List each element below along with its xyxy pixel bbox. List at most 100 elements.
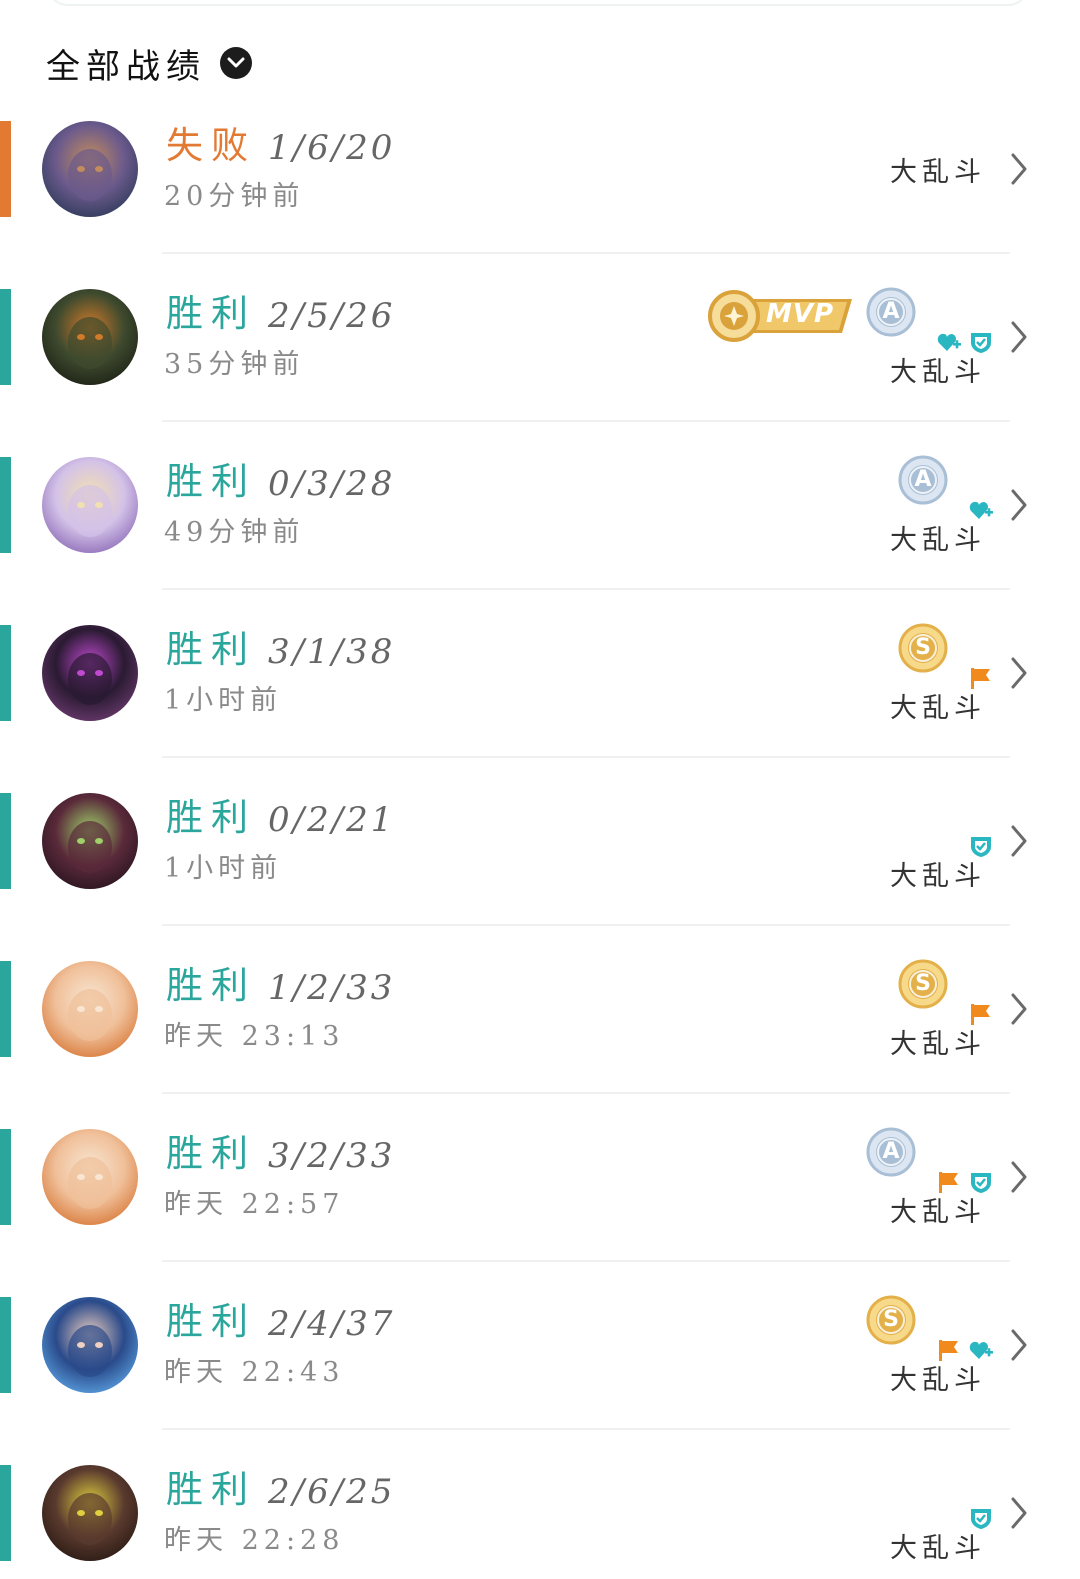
row-divider (162, 924, 1010, 926)
match-row[interactable]: 胜利 2/6/25 昨天 22:28 大乱斗 (0, 1465, 1080, 1579)
shield-icon (968, 1169, 994, 1195)
row-divider (162, 252, 1010, 254)
medal-s-icon: S (898, 623, 948, 673)
flag-icon (936, 1169, 962, 1195)
kda-score: 0/2/21 (268, 800, 396, 840)
section-title: 全部战绩 (46, 46, 206, 87)
kda-score: 2/4/37 (268, 1304, 396, 1344)
match-row[interactable]: 失败 1/6/20 20分钟前 大乱斗 (0, 121, 1080, 289)
match-time: 昨天 22:28 (164, 1525, 345, 1556)
medal-grade: S (915, 971, 931, 996)
match-time: 35分钟前 (164, 349, 305, 380)
match-time: 49分钟前 (164, 517, 305, 548)
flag-icon (936, 1337, 962, 1363)
row-divider (162, 1428, 1010, 1430)
heart-plus-icon (968, 497, 994, 523)
medal-grade: S (883, 1307, 899, 1332)
match-result: 胜利 (166, 964, 256, 1007)
champion-avatar (42, 1129, 138, 1225)
row-divider (162, 1092, 1010, 1094)
match-time: 昨天 23:13 (164, 1021, 345, 1052)
match-result: 胜利 (166, 460, 256, 503)
chevron-right-icon[interactable] (1008, 487, 1030, 523)
medal-grade: A (914, 467, 932, 492)
champion-avatar (42, 121, 138, 217)
match-time: 昨天 22:57 (164, 1189, 345, 1220)
medal-a-icon: A (898, 455, 948, 505)
result-indicator-bar (0, 289, 11, 385)
medal-grade: A (882, 1139, 900, 1164)
kda-score: 3/2/33 (268, 1136, 396, 1176)
match-row[interactable]: 胜利 0/3/28 49分钟前 大乱斗 A (0, 455, 1080, 625)
flag-icon (968, 665, 994, 691)
row-divider (162, 756, 1010, 758)
shield-icon (968, 833, 994, 859)
match-row[interactable]: 胜利 3/1/38 1小时前 大乱斗 S (0, 623, 1080, 793)
shield-icon (968, 329, 994, 355)
chevron-down-circle-icon[interactable] (220, 47, 252, 79)
game-mode: 大乱斗 (890, 861, 986, 892)
flag-icon (968, 1001, 994, 1027)
result-indicator-bar (0, 457, 11, 553)
medal-a-icon: A (866, 287, 916, 337)
match-row[interactable]: 胜利 2/5/26 35分钟前 大乱斗 MVP A (0, 287, 1080, 457)
match-result: 胜利 (166, 796, 256, 839)
result-indicator-bar (0, 1297, 11, 1393)
chevron-right-icon[interactable] (1008, 1327, 1030, 1363)
match-row[interactable]: 胜利 0/2/21 1小时前 大乱斗 (0, 793, 1080, 961)
kda-score: 2/5/26 (268, 296, 396, 336)
summary-card-edge (46, 0, 1030, 6)
shield-icon (968, 1505, 994, 1531)
mvp-label: MVP (766, 299, 835, 329)
match-result: 胜利 (166, 292, 256, 335)
medal-s-icon: S (898, 959, 948, 1009)
heart-plus-icon (936, 329, 962, 355)
kda-score: 0/3/28 (268, 464, 396, 504)
chevron-right-icon[interactable] (1008, 319, 1030, 355)
medal-grade: S (915, 635, 931, 660)
result-indicator-bar (0, 961, 11, 1057)
result-indicator-bar (0, 625, 11, 721)
game-mode: 大乱斗 (890, 1365, 986, 1396)
medal-s-icon: S (866, 1295, 916, 1345)
chevron-right-icon[interactable] (1008, 991, 1030, 1027)
match-result: 胜利 (166, 628, 256, 671)
result-indicator-bar (0, 1465, 11, 1561)
match-result: 胜利 (166, 1132, 256, 1175)
mvp-badge: MVP (706, 287, 852, 345)
match-time: 1小时前 (164, 685, 283, 716)
champion-avatar (42, 1465, 138, 1561)
match-result: 胜利 (166, 1300, 256, 1343)
match-time: 1小时前 (164, 853, 283, 884)
chevron-right-icon[interactable] (1008, 1159, 1030, 1195)
match-row[interactable]: 胜利 2/4/37 昨天 22:43 大乱斗 S (0, 1295, 1080, 1465)
match-result: 胜利 (166, 1468, 256, 1511)
chevron-right-icon[interactable] (1008, 151, 1030, 187)
row-divider (162, 1260, 1010, 1262)
match-row[interactable]: 胜利 1/2/33 昨天 23:13 大乱斗 S (0, 959, 1080, 1129)
medal-a-icon: A (866, 1127, 916, 1177)
match-row[interactable]: 胜利 3/2/33 昨天 22:57 大乱斗 A (0, 1127, 1080, 1297)
match-result: 失败 (166, 124, 256, 167)
result-indicator-bar (0, 1129, 11, 1225)
game-mode: 大乱斗 (890, 1533, 986, 1564)
game-mode: 大乱斗 (890, 1029, 986, 1060)
match-time: 20分钟前 (164, 181, 305, 212)
filter-all-matches[interactable]: 全部战绩 (46, 40, 252, 87)
result-indicator-bar (0, 793, 11, 889)
champion-avatar (42, 1297, 138, 1393)
kda-score: 1/2/33 (268, 968, 396, 1008)
champion-avatar (42, 961, 138, 1057)
kda-score: 3/1/38 (268, 632, 396, 672)
chevron-right-icon[interactable] (1008, 1495, 1030, 1531)
game-mode: 大乱斗 (890, 693, 986, 724)
game-mode: 大乱斗 (890, 1197, 986, 1228)
chevron-right-icon[interactable] (1008, 655, 1030, 691)
kda-score: 1/6/20 (268, 128, 396, 168)
game-mode: 大乱斗 (890, 357, 986, 388)
match-time: 昨天 22:43 (164, 1357, 345, 1388)
champion-avatar (42, 625, 138, 721)
champion-avatar (42, 289, 138, 385)
champion-avatar (42, 793, 138, 889)
chevron-right-icon[interactable] (1008, 823, 1030, 859)
